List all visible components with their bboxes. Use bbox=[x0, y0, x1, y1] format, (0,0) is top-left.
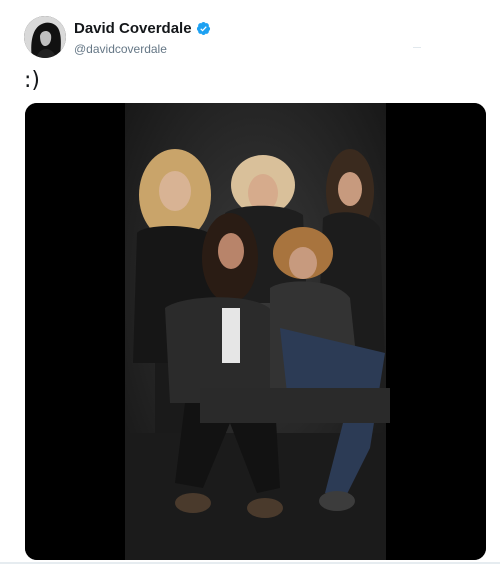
author-display-name[interactable]: David Coverdale bbox=[74, 20, 192, 37]
name-row: David Coverdale bbox=[74, 19, 211, 39]
author-names: David Coverdale @davidcoverdale bbox=[74, 19, 211, 56]
tweet-text: :) bbox=[24, 68, 40, 93]
tweet-header: David Coverdale @davidcoverdale bbox=[24, 16, 211, 58]
tweet-card: David Coverdale @davidcoverdale :) bbox=[0, 0, 500, 564]
verified-badge-icon bbox=[196, 21, 211, 36]
author-handle[interactable]: @davidcoverdale bbox=[74, 42, 211, 56]
band-photo bbox=[25, 103, 486, 560]
tweet-media-video[interactable] bbox=[25, 103, 486, 560]
avatar[interactable] bbox=[24, 16, 66, 58]
divider-mark bbox=[413, 47, 421, 48]
